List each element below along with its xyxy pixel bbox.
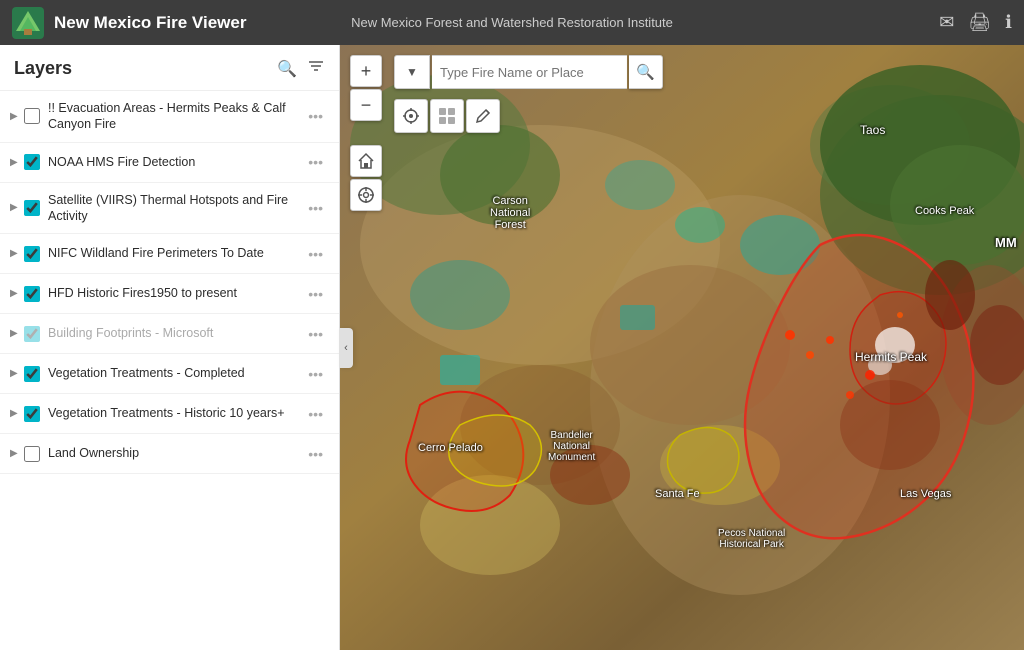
layer-checkbox-1[interactable]: [24, 108, 40, 124]
header-left: New Mexico Fire Viewer: [12, 7, 246, 39]
header-subtitle: New Mexico Forest and Watershed Restorat…: [351, 15, 673, 30]
layer-checkbox-5[interactable]: [24, 286, 40, 302]
layer-checkbox-6[interactable]: [24, 326, 40, 342]
layer-menu-8[interactable]: •••: [304, 406, 327, 422]
layer-checkbox-9[interactable]: [24, 446, 40, 462]
layer-checkbox-4[interactable]: [24, 246, 40, 262]
layer-menu-7[interactable]: •••: [304, 366, 327, 382]
layer-label-5: HFD Historic Fires1950 to present: [48, 285, 304, 301]
map-tools-row: [394, 99, 500, 133]
layer-label-1: !! Evacuation Areas - Hermits Peaks & Ca…: [48, 100, 304, 133]
app-header: New Mexico Fire Viewer New Mexico Forest…: [0, 0, 1024, 45]
layer-item-5[interactable]: ▶ HFD Historic Fires1950 to present•••: [0, 274, 339, 314]
sidebar-collapse-button[interactable]: ‹: [339, 328, 353, 368]
app-title: New Mexico Fire Viewer: [54, 13, 246, 33]
sidebar-header: Layers 🔍: [0, 45, 339, 91]
layer-item-1[interactable]: ▶ !! Evacuation Areas - Hermits Peaks & C…: [0, 91, 339, 143]
search-dropdown-button[interactable]: ▼: [394, 55, 430, 89]
info-icon[interactable]: ℹ: [1005, 12, 1012, 33]
layer-expand-8[interactable]: ▶: [10, 408, 20, 419]
layer-expand-7[interactable]: ▶: [10, 368, 20, 379]
layer-expand-1[interactable]: ▶: [10, 111, 20, 122]
layer-expand-6[interactable]: ▶: [10, 328, 20, 339]
app-logo-icon: [12, 7, 44, 39]
map-zoom-controls: + −: [350, 55, 382, 121]
layer-expand-2[interactable]: ▶: [10, 157, 20, 168]
layer-item-9[interactable]: ▶ Land Ownership•••: [0, 434, 339, 474]
layer-expand-4[interactable]: ▶: [10, 248, 20, 259]
layer-label-3: Satellite (VIIRS) Thermal Hotspots and F…: [48, 192, 304, 225]
layer-label-2: NOAA HMS Fire Detection: [48, 154, 304, 170]
share-icon[interactable]: ✉: [939, 12, 954, 33]
layer-item-6[interactable]: ▶ Building Footprints - Microsoft•••: [0, 314, 339, 354]
layer-menu-3[interactable]: •••: [304, 200, 327, 216]
layer-item-3[interactable]: ▶ Satellite (VIIRS) Thermal Hotspots and …: [0, 183, 339, 235]
sidebar-toolbar: 🔍: [277, 57, 325, 80]
main-layout: Layers 🔍 ▶ !! Evacuation Areas - Hermits …: [0, 45, 1024, 650]
search-submit-button[interactable]: 🔍: [629, 55, 663, 89]
layer-item-7[interactable]: ▶ Vegetation Treatments - Completed•••: [0, 354, 339, 394]
layer-list: ▶ !! Evacuation Areas - Hermits Peaks & C…: [0, 91, 339, 650]
sidebar-title: Layers: [14, 58, 72, 79]
layer-label-7: Vegetation Treatments - Completed: [48, 365, 304, 381]
layer-expand-9[interactable]: ▶: [10, 448, 20, 459]
layer-item-8[interactable]: ▶ Vegetation Treatments - Historic 10 yea…: [0, 394, 339, 434]
gps-button[interactable]: [394, 99, 428, 133]
layer-expand-5[interactable]: ▶: [10, 288, 20, 299]
zoom-out-button[interactable]: −: [350, 89, 382, 121]
map-canvas: [340, 45, 1024, 650]
layer-label-8: Vegetation Treatments - Historic 10 year…: [48, 405, 304, 421]
zoom-in-button[interactable]: +: [350, 55, 382, 87]
print-icon[interactable]: 🖨: [968, 12, 991, 33]
sidebar: Layers 🔍 ▶ !! Evacuation Areas - Hermits …: [0, 45, 340, 650]
layer-menu-2[interactable]: •••: [304, 154, 327, 170]
basemap-button[interactable]: [430, 99, 464, 133]
home-button[interactable]: [350, 145, 382, 177]
layer-checkbox-8[interactable]: [24, 406, 40, 422]
layer-search-button[interactable]: 🔍: [277, 59, 297, 79]
layer-label-4: NIFC Wildland Fire Perimeters To Date: [48, 245, 304, 261]
map-area[interactable]: CarsonNationalForest Taos Cooks Peak Her…: [340, 45, 1024, 650]
layer-item-4[interactable]: ▶ NIFC Wildland Fire Perimeters To Date••…: [0, 234, 339, 274]
draw-button[interactable]: [466, 99, 500, 133]
layer-menu-4[interactable]: •••: [304, 246, 327, 262]
search-input[interactable]: [432, 55, 627, 89]
layer-checkbox-2[interactable]: [24, 154, 40, 170]
layer-expand-3[interactable]: ▶: [10, 202, 20, 213]
layer-menu-1[interactable]: •••: [304, 108, 327, 124]
layer-checkbox-3[interactable]: [24, 200, 40, 216]
layer-label-9: Land Ownership: [48, 445, 304, 461]
layer-checkbox-7[interactable]: [24, 366, 40, 382]
header-actions: ✉ 🖨 ℹ: [939, 12, 1012, 33]
map-navigate-controls: [350, 145, 382, 211]
layer-label-6: Building Footprints - Microsoft: [48, 325, 304, 341]
layer-item-2[interactable]: ▶ NOAA HMS Fire Detection•••: [0, 143, 339, 183]
layer-menu-6[interactable]: •••: [304, 326, 327, 342]
location-button[interactable]: [350, 179, 382, 211]
layer-menu-5[interactable]: •••: [304, 286, 327, 302]
layer-menu-9[interactable]: •••: [304, 446, 327, 462]
search-bar: ▼ 🔍: [394, 55, 663, 89]
layer-filter-button[interactable]: [307, 57, 325, 80]
